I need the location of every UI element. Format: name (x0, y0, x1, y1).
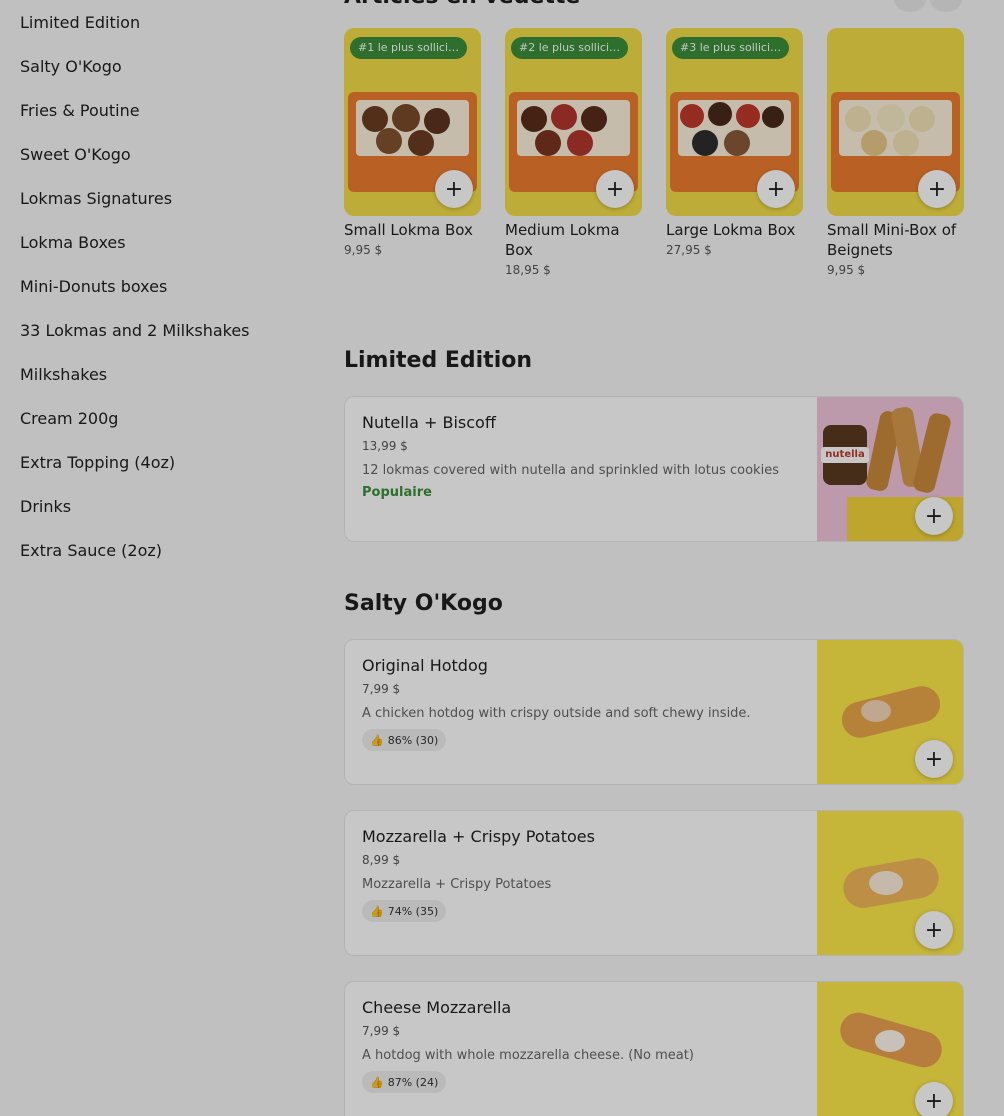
featured-item-price: 27,95 $ (666, 243, 712, 257)
sidebar-item-drinks[interactable]: Drinks (20, 497, 71, 516)
featured-title: Articles en vedette (344, 0, 580, 9)
sidebar-item-milkshakes[interactable]: Milkshakes (20, 365, 107, 384)
item-name: Mozzarella + Crispy Potatoes (362, 827, 595, 846)
featured-card-image: #1 le plus sollici… + (344, 28, 481, 216)
sidebar-item-lokmas-signatures[interactable]: Lokmas Signatures (20, 189, 172, 208)
item-price: 13,99 $ (362, 439, 408, 453)
menu-item-row[interactable]: Mozzarella + Crispy Potatoes 8,99 $ Mozz… (344, 810, 964, 956)
plus-icon: + (766, 176, 786, 202)
menu-item-row[interactable]: Nutella + Biscoff 13,99 $ 12 lokmas cove… (344, 396, 964, 542)
sidebar-item-mini-donuts-boxes[interactable]: Mini-Donuts boxes (20, 277, 167, 296)
sidebar-item-salty-okogo[interactable]: Salty O'Kogo (20, 57, 122, 76)
menu-content: Articles en vedette #1 le plus sollici… … (344, 0, 964, 1116)
featured-item-price: 9,95 $ (344, 243, 383, 257)
featured-item-name: Small Mini-Box of Beignets (827, 221, 957, 259)
thumbs-up-icon: 👍 (370, 904, 384, 918)
plus-icon: + (924, 1088, 944, 1114)
plus-icon: + (924, 503, 944, 529)
rating-value: 87% (24) (387, 1075, 439, 1089)
thumbs-up-icon: 👍 (370, 1075, 384, 1089)
plus-icon: + (924, 917, 944, 943)
rating-badge: 👍 87% (24) (362, 1071, 447, 1093)
best-seller-badge: #1 le plus sollici… (350, 37, 468, 59)
popular-tag: Populaire (362, 485, 432, 500)
item-description: A chicken hotdog with crispy outside and… (362, 706, 751, 721)
featured-item-price: 9,95 $ (827, 263, 866, 277)
add-item-button[interactable]: + (596, 170, 634, 208)
section-title-limited-edition: Limited Edition (344, 348, 533, 373)
featured-card-image: #3 le plus sollici… + (666, 28, 803, 216)
category-sidebar: Limited Edition Salty O'Kogo Fries & Pou… (0, 0, 320, 1116)
item-description: 12 lokmas covered with nutella and sprin… (362, 463, 779, 478)
plus-icon: + (924, 746, 944, 772)
item-price: 7,99 $ (362, 682, 401, 696)
item-description: Mozzarella + Crispy Potatoes (362, 877, 552, 892)
add-item-button[interactable]: + (918, 170, 956, 208)
featured-card[interactable]: #1 le plus sollici… + Small Lokma Box 9,… (344, 28, 481, 257)
featured-item-name: Medium Lokma Box (505, 221, 620, 259)
item-price: 7,99 $ (362, 1024, 401, 1038)
featured-card[interactable]: #3 le plus sollici… + Large Lokma Box 27… (666, 28, 803, 257)
item-description: A hotdog with whole mozzarella cheese. (… (362, 1048, 694, 1063)
sidebar-item-extra-sauce[interactable]: Extra Sauce (2oz) (20, 541, 162, 560)
thumbs-up-icon: 👍 (370, 733, 384, 747)
best-seller-badge: #2 le plus sollici… (511, 37, 629, 59)
menu-item-row[interactable]: Cheese Mozzarella 7,99 $ A hotdog with w… (344, 981, 964, 1116)
featured-item-name: Small Lokma Box (344, 221, 473, 239)
featured-card-image: + (827, 28, 964, 216)
best-seller-badge: #3 le plus sollici… (672, 37, 790, 59)
menu-item-row[interactable]: Original Hotdog 7,99 $ A chicken hotdog … (344, 639, 964, 785)
plus-icon: + (927, 176, 947, 202)
sidebar-item-sweet-okogo[interactable]: Sweet O'Kogo (20, 145, 131, 164)
nutella-jar-label: nutella (821, 447, 869, 463)
carousel-prev-button[interactable] (894, 0, 926, 12)
featured-item-name: Large Lokma Box (666, 221, 796, 239)
section-title-salty-okogo: Salty O'Kogo (344, 591, 503, 616)
featured-item-price: 18,95 $ (505, 263, 551, 277)
item-name: Cheese Mozzarella (362, 998, 512, 1017)
add-item-button[interactable]: + (915, 497, 953, 535)
plus-icon: + (605, 176, 625, 202)
featured-card-image: #2 le plus sollici… + (505, 28, 642, 216)
item-name: Original Hotdog (362, 656, 488, 675)
carousel-next-button[interactable] (930, 0, 962, 12)
add-item-button[interactable]: + (915, 740, 953, 778)
sidebar-item-limited-edition[interactable]: Limited Edition (20, 13, 140, 32)
sidebar-item-extra-topping[interactable]: Extra Topping (4oz) (20, 453, 175, 472)
rating-badge: 👍 86% (30) (362, 729, 447, 751)
rating-badge: 👍 74% (35) (362, 900, 447, 922)
sidebar-item-cream[interactable]: Cream 200g (20, 409, 118, 428)
rating-value: 74% (35) (387, 904, 439, 918)
featured-card[interactable]: #2 le plus sollici… + Medium Lokma Box 1… (505, 28, 642, 277)
featured-card[interactable]: + Small Mini-Box of Beignets 9,95 $ (827, 28, 964, 277)
sidebar-item-lokma-boxes[interactable]: Lokma Boxes (20, 233, 126, 252)
add-item-button[interactable]: + (915, 1082, 953, 1116)
item-name: Nutella + Biscoff (362, 413, 496, 432)
add-item-button[interactable]: + (915, 911, 953, 949)
sidebar-item-fries-poutine[interactable]: Fries & Poutine (20, 101, 140, 120)
item-price: 8,99 $ (362, 853, 401, 867)
plus-icon: + (444, 176, 464, 202)
sidebar-item-lokmas-milkshakes[interactable]: 33 Lokmas and 2 Milkshakes (20, 321, 250, 340)
add-item-button[interactable]: + (757, 170, 795, 208)
add-item-button[interactable]: + (435, 170, 473, 208)
rating-value: 86% (30) (387, 733, 439, 747)
